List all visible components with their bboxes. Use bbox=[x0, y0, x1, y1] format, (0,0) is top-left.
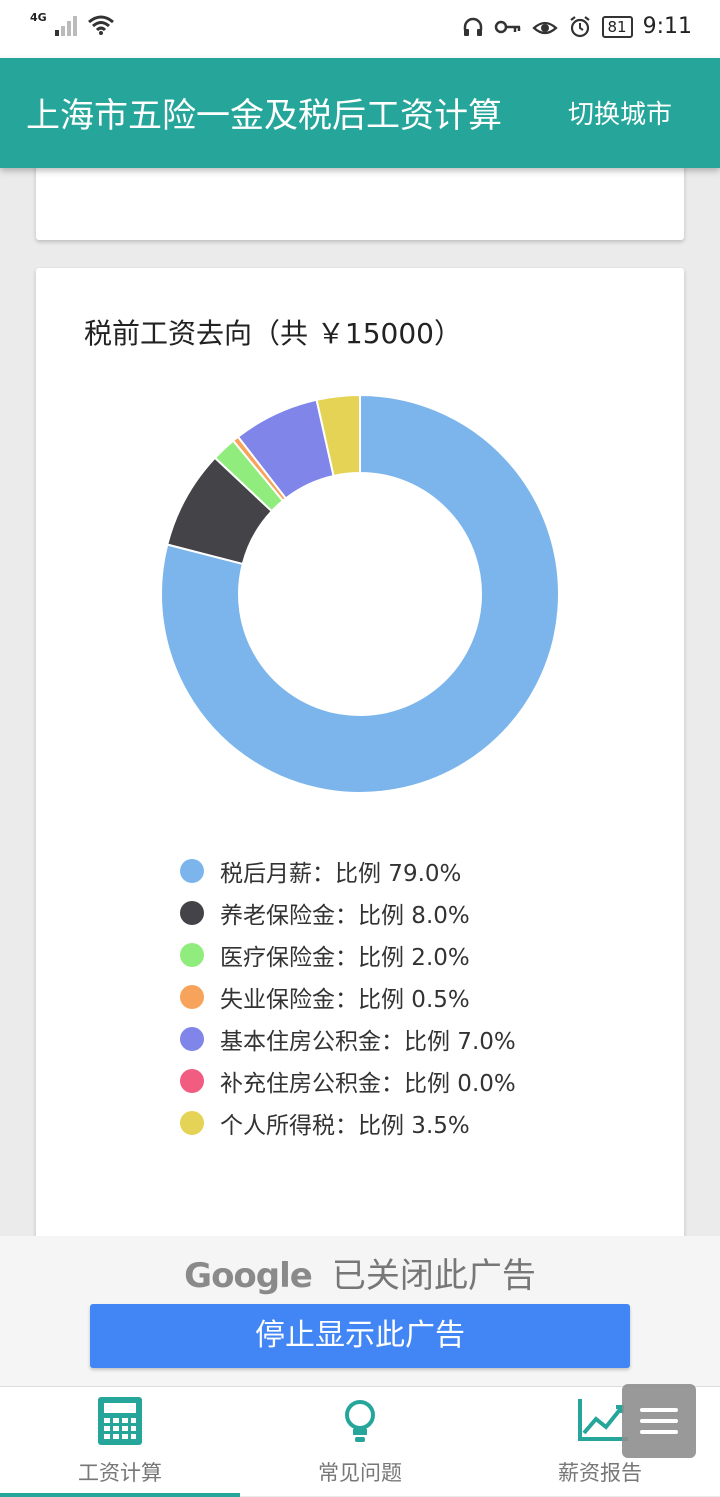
ad-panel: Google 已关闭此广告 停止显示此广告 bbox=[0, 1236, 720, 1386]
legend-item[interactable]: 个人所得税：比例 3.5% bbox=[180, 1102, 516, 1144]
legend-label: 基本住房公积金：比例 7.0% bbox=[220, 1029, 516, 1055]
wifi-icon bbox=[87, 15, 114, 35]
app-bar: 上海市五险一金及税后工资计算 切换城市 bbox=[0, 58, 720, 168]
bottom-nav: 工资计算 常见问题 薪资报告 bbox=[0, 1386, 720, 1497]
nav-faq[interactable]: 常见问题 bbox=[240, 1387, 480, 1497]
salary-distribution-card: 税前工资去向（共 ￥15000） 税后月薪：比例 79.0% 养老保险金：比例 8… bbox=[36, 268, 684, 1268]
stop-ad-button[interactable]: 停止显示此广告 bbox=[90, 1304, 630, 1368]
legend-item[interactable]: 补充住房公积金：比例 0.0% bbox=[180, 1060, 516, 1102]
legend-color-dot bbox=[180, 1111, 204, 1135]
floating-menu-button[interactable] bbox=[622, 1384, 696, 1458]
legend-label: 失业保险金：比例 0.5% bbox=[220, 987, 470, 1013]
page-title: 上海市五险一金及税后工资计算 bbox=[26, 96, 502, 136]
nav-label-salary-calc: 工资计算 bbox=[78, 1461, 162, 1485]
legend-color-dot bbox=[180, 901, 204, 925]
headphones-icon bbox=[463, 17, 482, 36]
signal-icon bbox=[54, 16, 77, 36]
legend-color-dot bbox=[180, 985, 204, 1009]
legend-item[interactable]: 失业保险金：比例 0.5% bbox=[180, 976, 516, 1018]
eye-icon bbox=[531, 21, 558, 34]
legend-color-dot bbox=[180, 1069, 204, 1093]
nav-salary-calc[interactable]: 工资计算 bbox=[0, 1387, 240, 1497]
network-type: 4G bbox=[30, 10, 47, 24]
nav-active-indicator bbox=[0, 1493, 240, 1497]
key-icon bbox=[494, 20, 520, 33]
switch-city-button[interactable]: 切换城市 bbox=[568, 94, 672, 131]
nav-label-faq: 常见问题 bbox=[318, 1461, 402, 1485]
legend-item[interactable]: 养老保险金：比例 8.0% bbox=[180, 892, 516, 934]
legend-label: 养老保险金：比例 8.0% bbox=[220, 903, 470, 929]
legend-item[interactable]: 基本住房公积金：比例 7.0% bbox=[180, 1018, 516, 1060]
ad-closed-message: Google 已关闭此广告 bbox=[0, 1248, 720, 1297]
legend-label: 个人所得税：比例 3.5% bbox=[220, 1113, 470, 1139]
ad-closed-text: 已关闭此广告 bbox=[331, 1256, 536, 1296]
legend-item[interactable]: 医疗保险金：比例 2.0% bbox=[180, 934, 516, 976]
legend-color-dot bbox=[180, 859, 204, 883]
status-bar: 4G 81 9:11 bbox=[0, 0, 720, 58]
battery-indicator: 81 bbox=[601, 15, 633, 38]
nav-label-salary-report: 薪资报告 bbox=[558, 1461, 642, 1485]
calculator-icon bbox=[98, 1397, 142, 1445]
clock: 9:11 bbox=[642, 14, 692, 39]
legend-color-dot bbox=[180, 1027, 204, 1051]
alarm-icon bbox=[569, 15, 590, 37]
legend-label: 补充住房公积金：比例 0.0% bbox=[220, 1071, 516, 1097]
legend-label: 医疗保险金：比例 2.0% bbox=[220, 945, 470, 971]
google-logo: Google bbox=[184, 1256, 313, 1296]
legend-label: 税后月薪：比例 79.0% bbox=[220, 861, 462, 887]
chart-legend: 税后月薪：比例 79.0% 养老保险金：比例 8.0% 医疗保险金：比例 2.0% 失… bbox=[180, 850, 516, 1144]
lightbulb-icon bbox=[345, 1400, 375, 1442]
donut-chart bbox=[160, 393, 560, 794]
legend-color-dot bbox=[180, 943, 204, 967]
legend-item[interactable]: 税后月薪：比例 79.0% bbox=[180, 850, 516, 892]
